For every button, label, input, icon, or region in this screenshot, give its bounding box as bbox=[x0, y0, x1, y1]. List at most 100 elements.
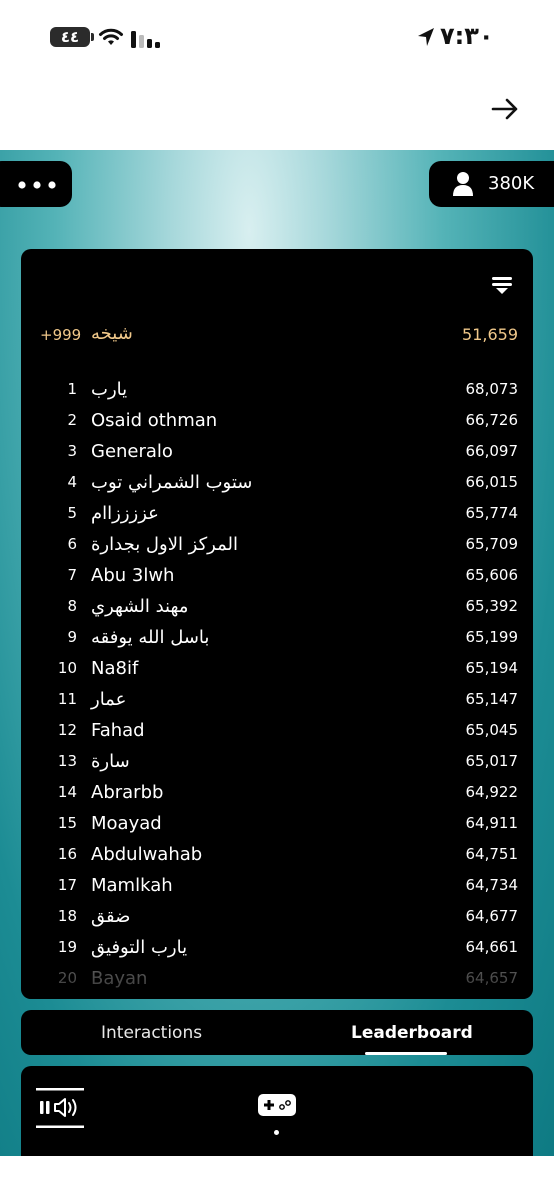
player-name: مهند الشهري bbox=[91, 596, 189, 617]
score: 65,392 bbox=[465, 597, 519, 615]
score: 64,751 bbox=[465, 845, 519, 863]
rank: 4 bbox=[67, 473, 77, 491]
player-name: Na8if bbox=[91, 658, 139, 679]
player-name: المركز الاول بجدارة bbox=[91, 534, 239, 555]
gamepad-icon[interactable] bbox=[258, 1094, 296, 1116]
rank: 14 bbox=[57, 783, 77, 801]
score: 64,661 bbox=[465, 938, 519, 956]
score: 64,657 bbox=[465, 969, 519, 987]
rank: 3 bbox=[67, 442, 77, 460]
score: 64,922 bbox=[465, 783, 519, 801]
page-indicator-dot bbox=[274, 1130, 279, 1135]
player-name: Fahad bbox=[91, 720, 145, 741]
cellular-signal-icon bbox=[131, 31, 160, 48]
leaderboard-row[interactable]: 8 مهند الشهري 65,392 bbox=[21, 594, 533, 625]
current-user-row: +999 شيخه 51,659 bbox=[21, 323, 533, 347]
player-name: Abdulwahab bbox=[91, 844, 203, 865]
active-tab-indicator bbox=[365, 1052, 447, 1055]
leaderboard-row[interactable]: 12 Fahad 65,045 bbox=[21, 718, 533, 749]
rank: 17 bbox=[57, 876, 77, 894]
player-name: Abrarbb bbox=[91, 782, 164, 803]
leaderboard-row[interactable]: 14 Abrarbb 64,922 bbox=[21, 780, 533, 811]
score: 65,774 bbox=[465, 504, 519, 522]
rank: 6 bbox=[67, 535, 77, 553]
rank: 15 bbox=[57, 814, 77, 832]
leaderboard-row[interactable]: 11 عمار 65,147 bbox=[21, 687, 533, 718]
status-bar: ٤٤ ٧:٣٠ bbox=[0, 0, 554, 78]
user-icon bbox=[453, 172, 473, 196]
score: 65,045 bbox=[465, 721, 519, 739]
score: 65,194 bbox=[465, 659, 519, 677]
player-name: باسل الله يوفقه bbox=[91, 627, 210, 648]
score: 64,677 bbox=[465, 907, 519, 925]
wifi-icon bbox=[99, 28, 123, 45]
score: 65,606 bbox=[465, 566, 519, 584]
leaderboard-row[interactable]: 13 سارة 65,017 bbox=[21, 749, 533, 780]
leaderboard-row[interactable]: 2 Osaid othman 66,726 bbox=[21, 408, 533, 439]
pause-volume-icon[interactable] bbox=[36, 1088, 84, 1128]
leaderboard-row[interactable]: 1 يارب 68,073 bbox=[21, 377, 533, 408]
score: 66,726 bbox=[465, 411, 519, 429]
leaderboard-row[interactable]: 20 Bayan 64,657 bbox=[21, 966, 533, 997]
arrow-right-icon[interactable] bbox=[490, 94, 520, 124]
leaderboard-row[interactable]: 17 Mamlkah 64,734 bbox=[21, 873, 533, 904]
rank: 9 bbox=[67, 628, 77, 646]
score: 66,015 bbox=[465, 473, 519, 491]
nav-bar bbox=[0, 78, 554, 150]
player-name: سارة bbox=[91, 751, 130, 772]
game-stage: 380K +999 شيخه 51,659 1 يارب 68,073 2 Osaid … bbox=[0, 150, 554, 1156]
more-options-button[interactable] bbox=[0, 161, 72, 207]
leaderboard-row[interactable]: 18 ضقق 64,677 bbox=[21, 904, 533, 935]
leaderboard-list[interactable]: 1 يارب 68,073 2 Osaid othman 66,726 3 Generalo 6… bbox=[21, 377, 533, 997]
rank: 13 bbox=[57, 752, 77, 770]
leaderboard-row[interactable]: 19 يارب التوفيق 64,661 bbox=[21, 935, 533, 966]
player-name: ضقق bbox=[91, 906, 131, 927]
profile-coins-pill[interactable]: 380K bbox=[429, 161, 554, 207]
score: 51,659 bbox=[462, 325, 518, 344]
player-name: Bayan bbox=[91, 968, 148, 989]
battery-indicator: ٤٤ bbox=[50, 27, 94, 47]
player-name: Abu 3lwh bbox=[91, 565, 175, 586]
score: 64,911 bbox=[465, 814, 519, 832]
leaderboard-row[interactable]: 6 المركز الاول بجدارة 65,709 bbox=[21, 532, 533, 563]
player-name: عمار bbox=[91, 689, 127, 710]
score: 66,097 bbox=[465, 442, 519, 460]
leaderboard-row[interactable]: 4 ستوب الشمراني توب 66,015 bbox=[21, 470, 533, 501]
location-arrow-icon bbox=[418, 28, 434, 46]
tab-interactions[interactable]: Interactions bbox=[101, 1023, 202, 1043]
rank: 10 bbox=[57, 659, 77, 677]
leaderboard-row[interactable]: 10 Na8if 65,194 bbox=[21, 656, 533, 687]
player-name: عززززاام bbox=[91, 503, 159, 524]
bottom-safe-area bbox=[0, 1156, 554, 1200]
score: 65,199 bbox=[465, 628, 519, 646]
leaderboard-row[interactable]: 9 باسل الله يوفقه 65,199 bbox=[21, 625, 533, 656]
player-name: Mamlkah bbox=[91, 875, 173, 896]
leaderboard-row[interactable]: 7 Abu 3lwh 65,606 bbox=[21, 563, 533, 594]
rank: 1 bbox=[67, 380, 77, 398]
rank: 18 bbox=[57, 907, 77, 925]
rank: 16 bbox=[57, 845, 77, 863]
coins-value: 380K bbox=[488, 173, 535, 194]
rank: 20 bbox=[57, 969, 77, 987]
player-name: Generalo bbox=[91, 441, 173, 462]
player-name: يارب التوفيق bbox=[91, 937, 188, 958]
rank: +999 bbox=[40, 326, 82, 344]
sort-filter-icon[interactable] bbox=[491, 274, 513, 296]
leaderboard-panel: +999 شيخه 51,659 1 يارب 68,073 2 Osaid othma… bbox=[21, 249, 533, 999]
ellipsis-icon bbox=[18, 181, 56, 189]
player-name: Osaid othman bbox=[91, 410, 218, 431]
leaderboard-row[interactable]: 16 Abdulwahab 64,751 bbox=[21, 842, 533, 873]
player-name: Moayad bbox=[91, 813, 162, 834]
leaderboard-row[interactable]: 3 Generalo 66,097 bbox=[21, 439, 533, 470]
rank: 12 bbox=[57, 721, 77, 739]
rank: 19 bbox=[57, 938, 77, 956]
rank: 7 bbox=[67, 566, 77, 584]
tab-leaderboard[interactable]: Leaderboard bbox=[351, 1023, 473, 1043]
player-name: يارب bbox=[91, 379, 128, 400]
player-name: ستوب الشمراني توب bbox=[91, 472, 253, 493]
game-controls-bar bbox=[21, 1066, 533, 1156]
rank: 8 bbox=[67, 597, 77, 615]
leaderboard-row[interactable]: 15 Moayad 64,911 bbox=[21, 811, 533, 842]
leaderboard-row[interactable]: 5 عززززاام 65,774 bbox=[21, 501, 533, 532]
score: 64,734 bbox=[465, 876, 519, 894]
